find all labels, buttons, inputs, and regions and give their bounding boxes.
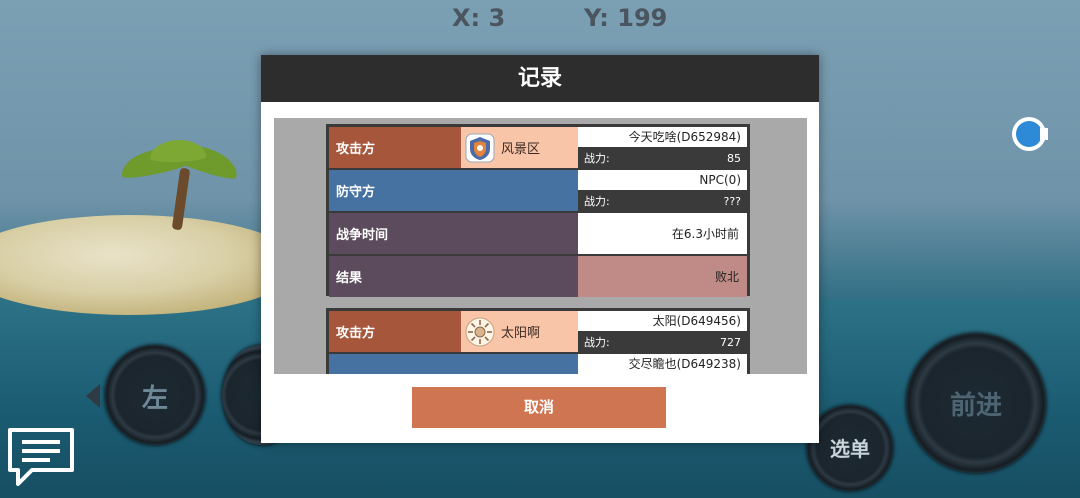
attacker-power-row: 战力: 727 bbox=[578, 333, 747, 352]
palm-leaf bbox=[149, 139, 207, 163]
attacker-power-label: 战力: bbox=[584, 152, 610, 165]
cancel-button[interactable]: 取消 bbox=[412, 387, 666, 428]
defender-power-label: 战力: bbox=[584, 195, 610, 208]
attacker-guild: 风景区 bbox=[461, 127, 578, 168]
attacker-player: 今天吃啥(D652984) 战力: 85 bbox=[578, 127, 747, 168]
sun-emblem-icon bbox=[465, 317, 495, 346]
attacker-power-value: 727 bbox=[720, 336, 741, 349]
defender-power-value: ??? bbox=[723, 195, 741, 208]
attacker-guild: 太阳啊 bbox=[461, 311, 578, 352]
defender-guild-empty bbox=[461, 354, 578, 374]
x-coordinate: X: 3 bbox=[452, 4, 506, 32]
defender-row: 交尽瞻也(D649238) bbox=[329, 354, 747, 374]
defender-player: NPC(0) 战力: ??? bbox=[578, 170, 747, 211]
result-row: 结果 败北 bbox=[329, 256, 747, 297]
attacker-power-value: 85 bbox=[727, 152, 741, 165]
defender-guild-empty bbox=[461, 170, 578, 211]
result-label: 结果 bbox=[329, 256, 578, 297]
attacker-label: 攻击方 bbox=[329, 127, 461, 168]
attacker-guild-name: 太阳啊 bbox=[501, 326, 541, 341]
turn-left-label: 左 bbox=[141, 384, 168, 414]
defender-name: NPC(0) bbox=[578, 170, 747, 190]
defender-power-row: 战力: ??? bbox=[578, 192, 747, 211]
attacker-guild-name: 风景区 bbox=[501, 142, 541, 157]
attacker-row: 攻击方 风景区 今天吃啥(D652984) 战力: 85 bbox=[329, 127, 747, 168]
record-list[interactable]: 攻击方 风景区 今天吃啥(D652984) 战力: 85 防守方 NPC(0) … bbox=[274, 118, 807, 374]
camera-icon[interactable] bbox=[1010, 115, 1050, 153]
left-arrow-icon bbox=[86, 384, 100, 408]
attacker-player: 太阳(D649456) 战力: 727 bbox=[578, 311, 747, 352]
attacker-name: 太阳(D649456) bbox=[578, 311, 747, 331]
chat-bubble-icon[interactable] bbox=[6, 426, 76, 488]
attacker-label: 攻击方 bbox=[329, 311, 461, 352]
attacker-power-label: 战力: bbox=[584, 336, 610, 349]
record-card: 攻击方 太阳啊 太阳(D649456) 战力: 727 交尽瞻也(D649238… bbox=[326, 308, 750, 374]
menu-label: 选单 bbox=[830, 437, 870, 461]
attacker-power-row: 战力: 85 bbox=[578, 149, 747, 168]
defender-row: 防守方 NPC(0) 战力: ??? bbox=[329, 170, 747, 211]
defender-label-partial bbox=[329, 354, 461, 374]
war-time-value: 在6.3小时前 bbox=[578, 213, 747, 254]
war-time-label: 战争时间 bbox=[329, 213, 578, 254]
defender-player: 交尽瞻也(D649238) bbox=[578, 354, 747, 374]
dialog-title: 记录 bbox=[261, 55, 819, 102]
result-value: 败北 bbox=[578, 256, 747, 297]
attacker-row: 攻击方 太阳啊 太阳(D649456) 战力: 727 bbox=[329, 311, 747, 352]
forward-label: 前进 bbox=[949, 391, 1002, 421]
shield-emblem-icon bbox=[465, 133, 495, 162]
record-card: 攻击方 风景区 今天吃啥(D652984) 战力: 85 防守方 NPC(0) … bbox=[326, 124, 750, 297]
attacker-name: 今天吃啥(D652984) bbox=[578, 127, 747, 147]
record-dialog: 记录 攻击方 风景区 今天吃啥(D652984) 战力: 85 防守方 NPC(… bbox=[261, 55, 819, 443]
war-time-row: 战争时间 在6.3小时前 bbox=[329, 213, 747, 254]
defender-name: 交尽瞻也(D649238) bbox=[578, 354, 747, 374]
defender-label: 防守方 bbox=[329, 170, 461, 211]
y-coordinate: Y: 199 bbox=[584, 4, 668, 32]
